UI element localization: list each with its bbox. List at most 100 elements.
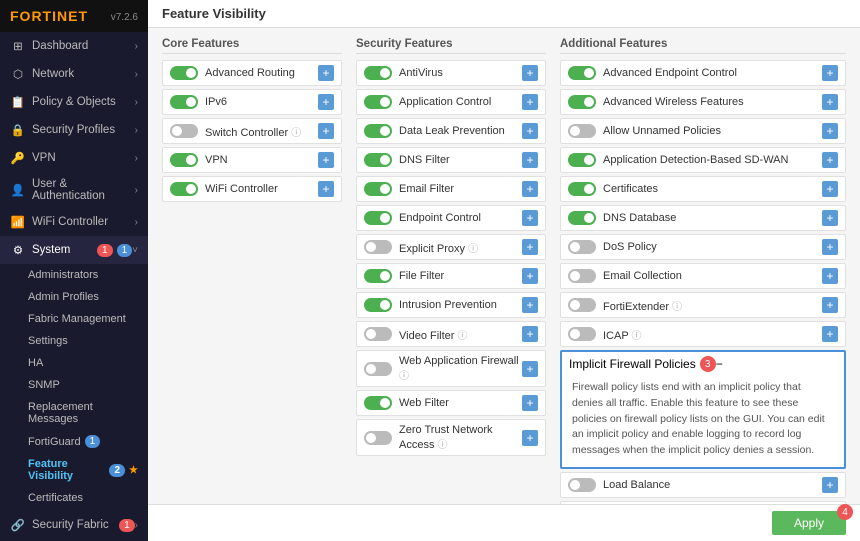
additional-features-title: Additional Features: [560, 38, 846, 54]
feature-toggle[interactable]: [364, 396, 392, 410]
feature-plus-button[interactable]: +: [522, 152, 538, 168]
feature-minus-button[interactable]: −: [716, 357, 723, 371]
feature-plus-button[interactable]: +: [522, 65, 538, 81]
feature-toggle[interactable]: [568, 211, 596, 225]
feature-plus-button[interactable]: +: [318, 123, 334, 139]
feature-toggle[interactable]: [364, 66, 392, 80]
feature-plus-button[interactable]: +: [522, 123, 538, 139]
feature-toggle[interactable]: [364, 327, 392, 341]
feature-plus-button[interactable]: +: [318, 152, 334, 168]
sidebar-subitem-feature-visibility[interactable]: Feature Visibility 2 ★: [0, 453, 148, 487]
feature-toggle[interactable]: [568, 182, 596, 196]
feature-toggle[interactable]: [364, 362, 392, 376]
feature-toggle[interactable]: [364, 124, 392, 138]
feature-name: File Filter: [399, 270, 522, 282]
sidebar-item-wifi[interactable]: 📶 WiFi Controller ›: [0, 208, 148, 236]
feature-plus-button[interactable]: +: [522, 239, 538, 255]
feature-plus-button[interactable]: +: [822, 239, 838, 255]
feature-toggle[interactable]: [568, 327, 596, 341]
sidebar-item-system[interactable]: ⚙ System 1 1 ˅: [0, 236, 148, 264]
feature-toggle[interactable]: [170, 95, 198, 109]
feature-toggle[interactable]: [364, 240, 392, 254]
feature-toggle[interactable]: [568, 240, 596, 254]
feature-plus-button[interactable]: +: [522, 361, 538, 377]
feature-plus-button[interactable]: +: [522, 94, 538, 110]
info-icon[interactable]: ⓘ: [438, 440, 448, 451]
feature-plus-button[interactable]: +: [822, 326, 838, 342]
feature-plus-button[interactable]: +: [822, 181, 838, 197]
feature-name: Zero Trust Network Access ⓘ: [399, 424, 522, 451]
subitem-label: Certificates: [28, 492, 83, 504]
feature-toggle[interactable]: [364, 153, 392, 167]
feature-toggle[interactable]: [364, 95, 392, 109]
sidebar-item-security-fabric[interactable]: 🔗 Security Fabric 1 ›: [0, 511, 148, 539]
feature-toggle[interactable]: [364, 182, 392, 196]
sidebar-item-vpn[interactable]: 🔑 VPN ›: [0, 144, 148, 172]
feature-plus-button[interactable]: +: [522, 326, 538, 342]
feature-toggle[interactable]: [568, 95, 596, 109]
feature-toggle[interactable]: [568, 153, 596, 167]
feature-row: ICAP ⓘ+: [560, 321, 846, 347]
feature-plus-button[interactable]: +: [822, 268, 838, 284]
feature-plus-button[interactable]: +: [822, 123, 838, 139]
feature-name: DoS Policy: [603, 241, 822, 253]
feature-row: Advanced Endpoint Control+: [560, 60, 846, 86]
feature-name: ICAP ⓘ: [603, 327, 822, 342]
info-icon[interactable]: ⓘ: [291, 128, 301, 139]
feature-plus-button[interactable]: +: [522, 395, 538, 411]
info-icon[interactable]: ⓘ: [399, 371, 409, 382]
info-icon[interactable]: ⓘ: [468, 244, 478, 255]
sidebar-item-policy-objects[interactable]: 📋 Policy & Objects ›: [0, 88, 148, 116]
feature-toggle[interactable]: [364, 269, 392, 283]
feature-name: Load Balance: [603, 479, 822, 491]
apply-button[interactable]: Apply 4: [772, 511, 846, 535]
feature-toggle[interactable]: [170, 124, 198, 138]
sidebar-item-dashboard[interactable]: ⊞ Dashboard ›: [0, 32, 148, 60]
sidebar-item-label: WiFi Controller: [32, 216, 135, 228]
feature-toggle[interactable]: [568, 478, 596, 492]
feature-toggle[interactable]: [170, 153, 198, 167]
feature-row: Email Collection+: [560, 263, 846, 289]
feature-plus-button[interactable]: +: [318, 65, 334, 81]
feature-toggle[interactable]: [364, 211, 392, 225]
info-icon[interactable]: ⓘ: [458, 331, 468, 342]
feature-plus-button[interactable]: +: [318, 94, 334, 110]
feature-toggle[interactable]: [170, 182, 198, 196]
sidebar-subitem-replacement-messages[interactable]: Replacement Messages: [0, 396, 148, 430]
feature-plus-button[interactable]: +: [522, 297, 538, 313]
info-icon[interactable]: ⓘ: [672, 302, 682, 313]
feature-plus-button[interactable]: +: [822, 65, 838, 81]
sidebar-subitem-fortiguard[interactable]: FortiGuard 1: [0, 430, 148, 453]
feature-plus-button[interactable]: +: [522, 430, 538, 446]
feature-plus-button[interactable]: +: [522, 181, 538, 197]
sidebar-item-security-profiles[interactable]: 🔒 Security Profiles ›: [0, 116, 148, 144]
feature-plus-button[interactable]: +: [822, 210, 838, 226]
feature-plus-button[interactable]: +: [822, 297, 838, 313]
feature-plus-button[interactable]: +: [822, 477, 838, 493]
feature-toggle[interactable]: [568, 298, 596, 312]
feature-plus-button[interactable]: +: [522, 268, 538, 284]
feature-toggle[interactable]: [568, 66, 596, 80]
sidebar-subitem-settings[interactable]: Settings: [0, 330, 148, 352]
feature-toggle[interactable]: [170, 66, 198, 80]
sidebar-subitem-admin-profiles[interactable]: Admin Profiles: [0, 286, 148, 308]
feature-plus-button[interactable]: +: [822, 152, 838, 168]
logo-version: v7.2.6: [111, 12, 138, 23]
feature-toggle[interactable]: [568, 124, 596, 138]
feature-plus-button[interactable]: +: [318, 181, 334, 197]
sidebar-item-network[interactable]: ⬡ Network ›: [0, 60, 148, 88]
security-features-column: Security Features AntiVirus+Application …: [356, 38, 546, 494]
sidebar-subitem-administrators[interactable]: Administrators: [0, 264, 148, 286]
sidebar-subitem-snmp[interactable]: SNMP: [0, 374, 148, 396]
sidebar-subitem-ha[interactable]: HA: [0, 352, 148, 374]
feature-toggle[interactable]: [364, 298, 392, 312]
sidebar-subitem-fabric-management[interactable]: Fabric Management: [0, 308, 148, 330]
feature-plus-button[interactable]: +: [522, 210, 538, 226]
feature-plus-button[interactable]: +: [822, 94, 838, 110]
feature-toggle[interactable]: [568, 269, 596, 283]
feature-toggle[interactable]: [364, 431, 392, 445]
info-icon[interactable]: ⓘ: [632, 331, 642, 342]
sidebar-subitem-certificates[interactable]: Certificates: [0, 487, 148, 509]
sidebar-item-user-auth[interactable]: 👤 User & Authentication ›: [0, 172, 148, 208]
subitem-label: HA: [28, 357, 43, 369]
